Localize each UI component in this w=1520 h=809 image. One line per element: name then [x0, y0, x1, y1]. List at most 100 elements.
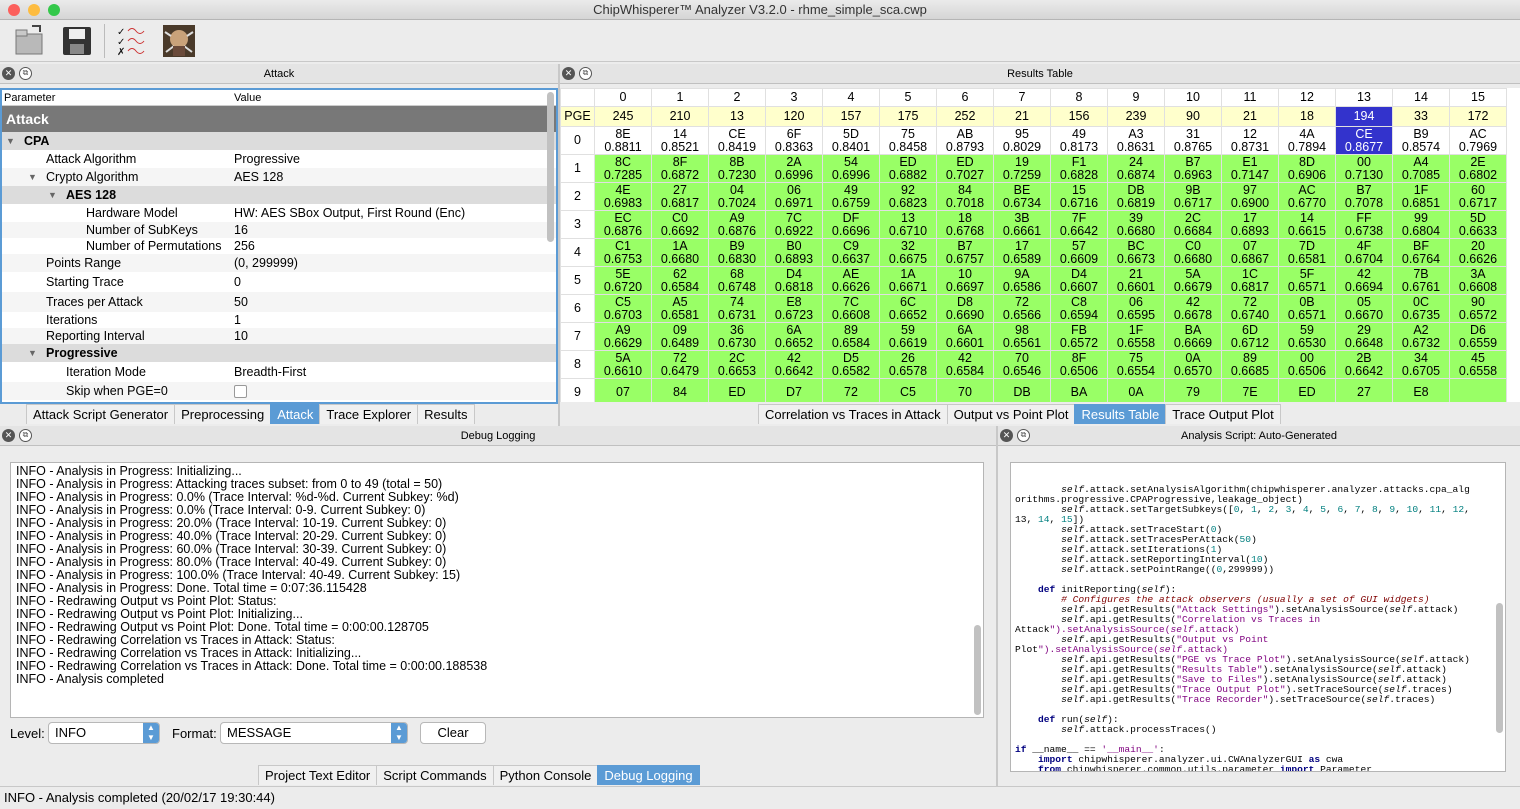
result-cell[interactable]: 54 0.6996 — [822, 154, 880, 183]
result-cell[interactable]: 57 0.6609 — [1050, 238, 1108, 267]
dock-splitter[interactable] — [996, 426, 998, 786]
result-cell[interactable]: C5 0.6703 — [594, 294, 652, 323]
column-header[interactable]: 10 — [1164, 88, 1222, 107]
result-cell[interactable]: 17 0.6893 — [1221, 210, 1279, 239]
result-cell[interactable]: 7F 0.6642 — [1050, 210, 1108, 239]
result-cell[interactable]: 8C 0.7285 — [594, 154, 652, 183]
result-cell[interactable]: ED — [708, 378, 766, 402]
script-scrollbar[interactable] — [1496, 603, 1503, 733]
level-select[interactable]: INFO ▲ ▼ — [48, 722, 160, 744]
result-cell[interactable]: 68 0.6748 — [708, 266, 766, 295]
result-cell[interactable]: 15 0.6716 — [1050, 182, 1108, 211]
param-row-hardware-model[interactable]: Hardware Model HW: AES SBox Output, Firs… — [2, 204, 556, 222]
column-header[interactable]: 14 — [1392, 88, 1450, 107]
column-header[interactable]: 6 — [936, 88, 994, 107]
result-cell[interactable]: DF 0.6696 — [822, 210, 880, 239]
result-cell[interactable]: 18 0.6768 — [936, 210, 994, 239]
collapse-arrow-icon[interactable]: ▼ — [28, 168, 37, 186]
collapse-arrow-icon[interactable]: ▼ — [28, 344, 37, 362]
result-cell[interactable]: 0C 0.6735 — [1392, 294, 1450, 323]
analysis-script-editor[interactable]: self.attack.setAnalysisAlgorithm(chipwhi… — [1010, 462, 1506, 772]
result-cell[interactable]: 59 0.6619 — [879, 322, 937, 351]
pge-cell[interactable]: 245 — [594, 106, 652, 127]
save-project-icon[interactable] — [60, 24, 94, 58]
result-cell[interactable]: 1A 0.6671 — [879, 266, 937, 295]
result-cell[interactable]: 8F 0.6872 — [651, 154, 709, 183]
param-row-number-of-subkeys[interactable]: Number of SubKeys 16 — [2, 222, 556, 238]
result-cell[interactable]: 3A 0.6608 — [1449, 266, 1507, 295]
result-cell[interactable]: ED — [1278, 378, 1336, 402]
tab-python-console[interactable]: Python Console — [492, 765, 599, 785]
tab-script-commands[interactable]: Script Commands — [376, 765, 494, 785]
result-cell[interactable]: AB 0.8793 — [936, 126, 994, 155]
result-cell[interactable]: 06 0.6595 — [1107, 294, 1165, 323]
result-cell[interactable]: C0 0.6692 — [651, 210, 709, 239]
results-table[interactable]: 0 1 2 3 4 5 6 7 8 9 10 11 12 13 14 15 PGE 245 210 13 120 157 1… — [560, 88, 1520, 402]
result-cell[interactable]: 89 0.6685 — [1221, 350, 1279, 379]
result-cell[interactable]: BE 0.6734 — [993, 182, 1051, 211]
result-cell[interactable]: A4 0.7085 — [1392, 154, 1450, 183]
result-cell[interactable]: 92 0.6823 — [879, 182, 937, 211]
result-cell[interactable]: 60 0.6717 — [1449, 182, 1507, 211]
result-cell[interactable]: CE 0.8419 — [708, 126, 766, 155]
result-cell[interactable]: 75 0.8458 — [879, 126, 937, 155]
result-cell[interactable]: 8F 0.6506 — [1050, 350, 1108, 379]
result-cell[interactable]: D5 0.6582 — [822, 350, 880, 379]
result-cell[interactable]: 72 0.6479 — [651, 350, 709, 379]
column-header[interactable]: 4 — [822, 88, 880, 107]
tab-correlation-vs-traces[interactable]: Correlation vs Traces in Attack — [758, 404, 948, 424]
result-cell[interactable]: C1 0.6753 — [594, 238, 652, 267]
result-cell[interactable]: 42 0.6584 — [936, 350, 994, 379]
param-row-skip-when-pge-0[interactable]: Skip when PGE=0 — [2, 382, 556, 400]
tab-trace-output-plot[interactable]: Trace Output Plot — [1165, 404, 1281, 424]
result-cell[interactable]: 17 0.6589 — [993, 238, 1051, 267]
column-header[interactable]: 7 — [993, 88, 1051, 107]
result-cell[interactable]: 62 0.6584 — [651, 266, 709, 295]
result-cell[interactable]: B9 0.8574 — [1392, 126, 1450, 155]
result-cell[interactable]: 4F 0.6704 — [1335, 238, 1393, 267]
tab-results[interactable]: Results — [417, 404, 475, 424]
result-cell[interactable]: 14 0.8521 — [651, 126, 709, 155]
result-cell[interactable]: C9 0.6637 — [822, 238, 880, 267]
result-cell[interactable]: 1A 0.6680 — [651, 238, 709, 267]
column-header[interactable]: 5 — [879, 88, 937, 107]
result-cell[interactable]: A3 0.8631 — [1107, 126, 1165, 155]
result-cell[interactable]: 39 0.6680 — [1107, 210, 1165, 239]
result-cell[interactable]: 70 — [936, 378, 994, 402]
close-dock-icon[interactable]: ✕ — [2, 429, 15, 442]
clear-button[interactable]: Clear — [420, 722, 486, 744]
result-cell[interactable]: 5E 0.6720 — [594, 266, 652, 295]
result-cell[interactable]: 32 0.6675 — [879, 238, 937, 267]
param-row-points-range[interactable]: Points Range (0, 299999) — [2, 254, 556, 272]
result-cell[interactable]: 7B 0.6761 — [1392, 266, 1450, 295]
pge-cell[interactable]: 239 — [1107, 106, 1165, 127]
result-cell[interactable]: D4 0.6607 — [1050, 266, 1108, 295]
group-attack[interactable]: Attack — [2, 106, 556, 132]
result-cell[interactable]: 10 0.6697 — [936, 266, 994, 295]
result-cell[interactable]: EC 0.6876 — [594, 210, 652, 239]
result-cell[interactable]: 2E 0.6802 — [1449, 154, 1507, 183]
result-cell[interactable]: 06 0.6971 — [765, 182, 823, 211]
parameter-tree-scrollbar[interactable] — [547, 92, 554, 242]
result-cell[interactable]: A2 0.6732 — [1392, 322, 1450, 351]
column-header[interactable]: 9 — [1107, 88, 1165, 107]
result-cell[interactable]: 07 — [594, 378, 652, 402]
result-cell[interactable]: E8 0.6723 — [765, 294, 823, 323]
param-row-reporting-interval[interactable]: Reporting Interval 10 — [2, 328, 556, 344]
float-dock-icon[interactable]: ⧉ — [579, 67, 592, 80]
pge-cell[interactable]: 252 — [936, 106, 994, 127]
result-cell[interactable]: 27 — [1335, 378, 1393, 402]
result-cell[interactable]: 6D 0.6712 — [1221, 322, 1279, 351]
param-row-traces-per-attack[interactable]: Traces per Attack 50 — [2, 292, 556, 312]
param-row-crypto-algorithm[interactable]: ▼ Crypto Algorithm AES 128 — [2, 168, 556, 186]
result-cell[interactable]: C8 0.6594 — [1050, 294, 1108, 323]
result-cell[interactable]: E1 0.7147 — [1221, 154, 1279, 183]
result-cell[interactable]: D6 0.6559 — [1449, 322, 1507, 351]
tab-output-vs-point-plot[interactable]: Output vs Point Plot — [946, 404, 1076, 424]
result-cell[interactable]: A9 0.6629 — [594, 322, 652, 351]
column-header[interactable]: 11 — [1221, 88, 1279, 107]
collapse-arrow-icon[interactable]: ▼ — [48, 186, 57, 204]
result-cell[interactable]: 5D 0.6633 — [1449, 210, 1507, 239]
result-cell[interactable]: 9B 0.6717 — [1164, 182, 1222, 211]
result-cell[interactable]: 59 0.6530 — [1278, 322, 1336, 351]
